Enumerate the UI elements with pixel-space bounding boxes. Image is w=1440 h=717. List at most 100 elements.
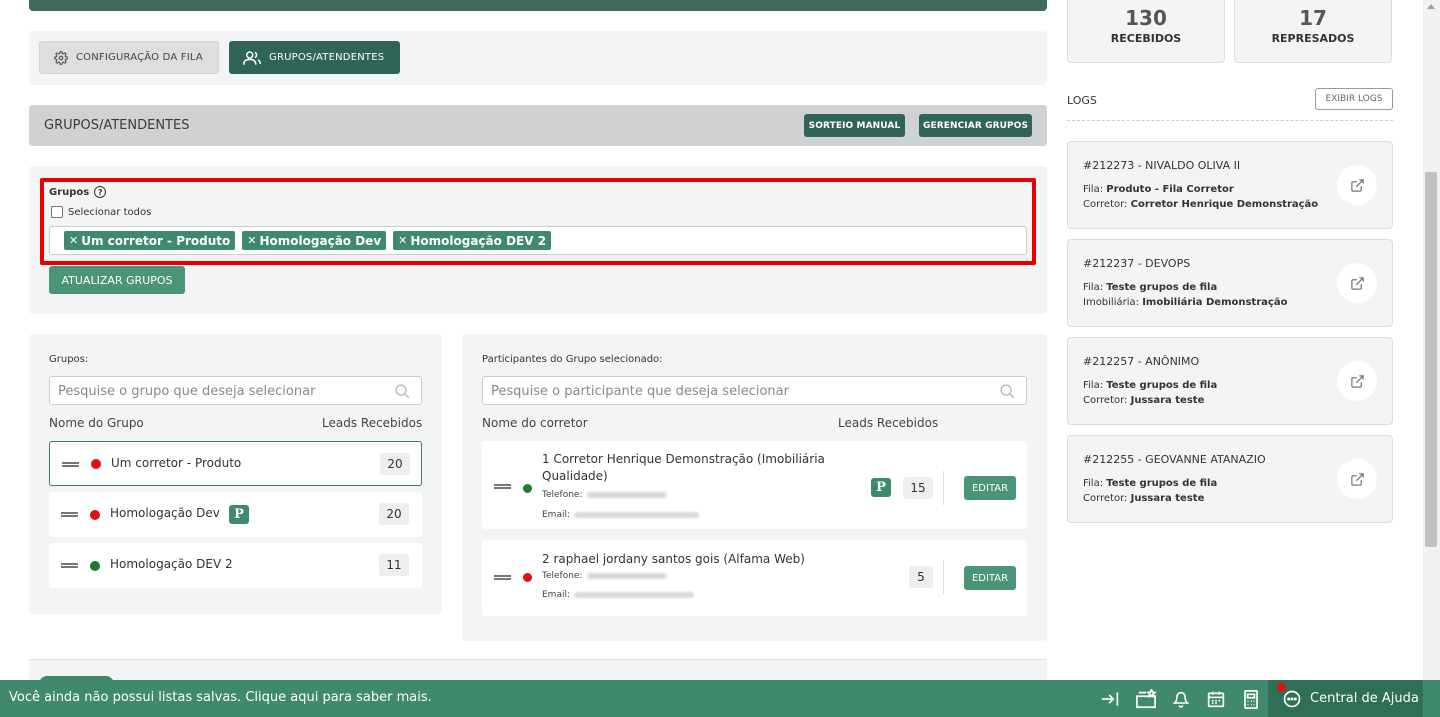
- chat-icon: [1283, 690, 1301, 707]
- logs-title: LOGS: [1067, 94, 1097, 107]
- saved-lists-message[interactable]: Você ainda não possui listas salvas. Cli…: [9, 690, 432, 705]
- tab-grupos-atendentes[interactable]: GRUPOS/ATENDENTES: [229, 41, 400, 74]
- log-line: Corretor: Jussara teste: [1083, 493, 1205, 504]
- exibir-logs-button[interactable]: EXIBIR LOGS: [1315, 88, 1393, 110]
- external-link-icon[interactable]: [1337, 263, 1377, 303]
- bell-icon[interactable]: [1170, 688, 1192, 710]
- grupos-tags-input[interactable]: ✕ Um corretor - Produto ✕ Homologação Dev …: [49, 226, 1027, 255]
- editar-button[interactable]: EDITAR: [964, 476, 1016, 500]
- group-tag[interactable]: ✕ Um corretor - Produto: [64, 231, 236, 250]
- participant-phone: Telefone:: [542, 571, 667, 581]
- drag-handle-icon[interactable]: [61, 512, 78, 517]
- log-line: Corretor: Jussara teste: [1083, 395, 1205, 406]
- participant-email: Email:: [542, 590, 695, 600]
- logs-divider: [1067, 120, 1393, 121]
- external-link-icon[interactable]: [1337, 165, 1377, 205]
- scroll-up-icon[interactable]: [1427, 4, 1435, 9]
- remove-tag-icon[interactable]: ✕: [398, 234, 407, 247]
- col-nome-corretor: Nome do corretor: [482, 416, 588, 430]
- participant-row[interactable]: 2 raphael jordany santos gois (Alfama We…: [482, 540, 1027, 616]
- search-icon: [1000, 384, 1015, 399]
- next-section-strip: [29, 659, 1047, 681]
- central-de-ajuda-button[interactable]: Central de Ajuda: [1268, 680, 1423, 717]
- log-line: Imobiliária: Imobiliária Demonstração: [1083, 297, 1288, 308]
- group-tag-label: Homologação Dev: [259, 233, 382, 248]
- group-row[interactable]: Homologação DEV 2 11: [49, 543, 422, 588]
- external-link-icon[interactable]: [1337, 459, 1377, 499]
- scrollbar-thumb[interactable]: [1425, 172, 1437, 547]
- section-title: GRUPOS/ATENDENTES: [44, 118, 190, 133]
- star-list-icon[interactable]: [1135, 688, 1157, 710]
- remove-tag-icon[interactable]: ✕: [247, 234, 256, 247]
- stat-recebidos: 130 RECEBIDOS: [1067, 0, 1225, 63]
- participant-row[interactable]: 1 Corretor Henrique Demonstração (Imobil…: [482, 441, 1027, 529]
- search-placeholder: Pesquise o participante que deseja selec…: [491, 384, 789, 399]
- group-name: Um corretor - Produto: [111, 456, 242, 470]
- groups-panel: Grupos: Pesquise o grupo que deseja sele…: [29, 334, 442, 614]
- stat-label: REPRESADOS: [1271, 32, 1355, 45]
- divider: [943, 560, 944, 594]
- drag-handle-icon[interactable]: [494, 575, 511, 580]
- participants-panel-label: Participantes do Grupo selecionado:: [482, 354, 663, 365]
- notification-badge: [1277, 683, 1286, 692]
- select-all-label: Selecionar todos: [68, 206, 152, 218]
- drag-handle-icon[interactable]: [62, 462, 79, 467]
- remove-tag-icon[interactable]: ✕: [69, 234, 78, 247]
- leads-count: 11: [379, 554, 409, 576]
- group-search-input[interactable]: Pesquise o grupo que deseja selecionar: [49, 376, 422, 405]
- atualizar-grupos-button[interactable]: ATUALIZAR GRUPOS: [49, 266, 185, 294]
- col-nome-grupo: Nome do Grupo: [49, 416, 144, 430]
- status-dot: [523, 573, 532, 582]
- priority-badge: P: [871, 478, 891, 497]
- tab-configuracao-label: CONFIGURAÇÃO DA FILA: [76, 52, 203, 63]
- checkbox-box[interactable]: [51, 206, 63, 218]
- group-tag[interactable]: ✕ Homologação Dev: [242, 231, 387, 250]
- col-leads-recebidos: Leads Recebidos: [322, 416, 423, 430]
- sorteio-manual-button[interactable]: SORTEIO MANUAL: [804, 114, 905, 137]
- participants-panel: Participantes do Grupo selecionado: Pesq…: [462, 334, 1047, 641]
- tab-configuracao-fila[interactable]: CONFIGURAÇÃO DA FILA: [39, 41, 219, 74]
- log-line: Fila: Produto - Fila Corretor: [1083, 184, 1234, 195]
- users-icon: [243, 50, 261, 65]
- log-card: #212255 - GEOVANNE ATANAZIO Fila: Teste …: [1067, 435, 1393, 523]
- leads-count: 15: [903, 477, 933, 499]
- group-row[interactable]: Homologação Dev P 20: [49, 492, 422, 537]
- log-title: #212237 - DEVOPS: [1083, 257, 1191, 270]
- external-link-icon[interactable]: [1337, 361, 1377, 401]
- status-dot: [91, 459, 101, 469]
- grupos-label: Grupos ?: [49, 186, 107, 198]
- help-icon[interactable]: ?: [94, 186, 107, 198]
- leads-count: 5: [909, 566, 933, 588]
- priority-badge: P: [229, 505, 249, 524]
- log-card: #212273 - NIVALDO OLIVA II Fila: Produto…: [1067, 141, 1393, 229]
- calendar-icon[interactable]: [1205, 688, 1227, 710]
- log-line: Corretor: Corretor Henrique Demonstração: [1083, 199, 1319, 210]
- group-tag[interactable]: ✕ Homologação DEV 2: [393, 231, 552, 250]
- participant-name: 2 raphael jordany santos gois (Alfama We…: [542, 552, 805, 566]
- status-dot: [90, 561, 100, 571]
- search-placeholder: Pesquise o grupo que deseja selecionar: [58, 384, 316, 399]
- email-label: Email:: [542, 510, 571, 520]
- calculator-icon[interactable]: [1240, 688, 1262, 710]
- col-leads-recebidos: Leads Recebidos: [838, 416, 939, 430]
- grupos-selection-card: Grupos ? Selecionar todos ✕ Um corretor -…: [29, 166, 1047, 314]
- section-header: GRUPOS/ATENDENTES SORTEIO MANUAL GERENCI…: [29, 105, 1047, 146]
- drag-handle-icon[interactable]: [61, 563, 78, 568]
- drag-handle-icon[interactable]: [494, 484, 511, 489]
- gerenciar-grupos-button[interactable]: GERENCIAR GRUPOS: [919, 114, 1032, 137]
- search-icon: [395, 384, 410, 399]
- log-title: #212273 - NIVALDO OLIVA II: [1083, 159, 1241, 172]
- editar-button[interactable]: EDITAR: [964, 566, 1016, 590]
- select-all-checkbox[interactable]: Selecionar todos: [51, 206, 151, 218]
- phone-label: Telefone:: [542, 490, 583, 500]
- stat-value: 130: [1125, 6, 1167, 30]
- group-row[interactable]: Um corretor - Produto 20: [49, 441, 422, 486]
- log-card: #212257 - ANÔNIMO Fila: Teste grupos de …: [1067, 337, 1393, 425]
- participant-search-input[interactable]: Pesquise o participante que deseja selec…: [482, 376, 1027, 405]
- stat-represados: 17 REPRESADOS: [1234, 0, 1392, 63]
- tab-grupos-label: GRUPOS/ATENDENTES: [269, 52, 385, 63]
- group-tag-label: Um corretor - Produto: [81, 233, 231, 248]
- top-header-bar: [29, 0, 1047, 11]
- sign-in-icon[interactable]: [1099, 688, 1121, 710]
- group-tag-label: Homologação DEV 2: [410, 233, 547, 248]
